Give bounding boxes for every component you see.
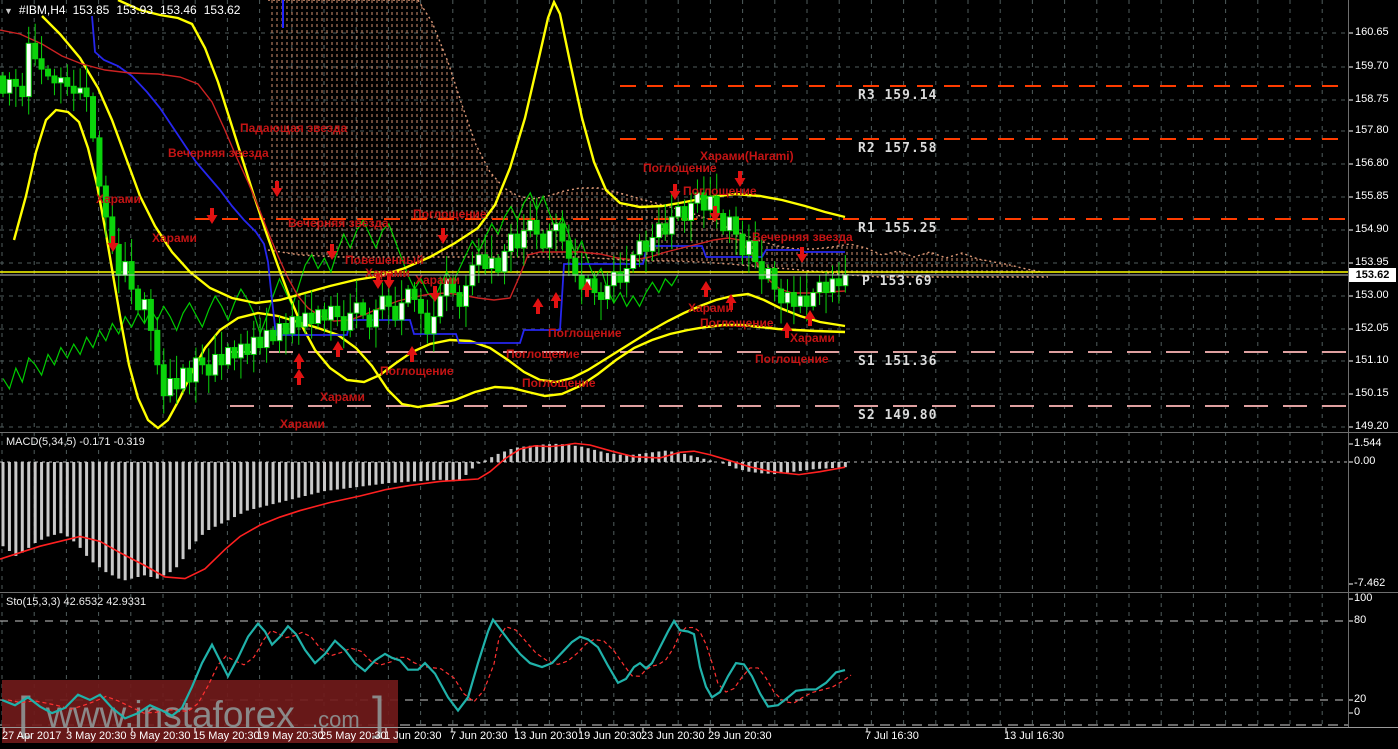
price-pane[interactable]: [0, 0, 1348, 430]
watermark: [www.instaforex .com]: [2, 680, 398, 743]
arrow-down-icon: [669, 184, 681, 200]
svg-text:[: [: [18, 687, 31, 739]
pane-separator[interactable]: [0, 592, 1398, 593]
macd-pane[interactable]: [0, 442, 847, 581]
arrow-up-icon: [406, 346, 418, 362]
arrow-up-icon: [332, 341, 344, 357]
arrow-down-icon: [734, 171, 746, 187]
price-axis-separator: [1348, 0, 1349, 727]
arrow-up-icon: [804, 310, 816, 326]
arrow-up-icon: [293, 353, 305, 369]
svg-text:.com: .com: [312, 707, 360, 732]
macd-signal-line: [0, 442, 846, 580]
pane-separator[interactable]: [0, 432, 1398, 433]
arrow-up-icon: [781, 322, 793, 338]
axis-separator: [0, 727, 1398, 728]
arrow-up-icon: [700, 281, 712, 297]
mt4-chart-window: [www.instaforex .com] ▼ #IBM,H4 153.85 153.9…: [0, 0, 1398, 749]
chart-canvas[interactable]: [www.instaforex .com]: [0, 0, 1398, 749]
svg-text:]: ]: [372, 687, 385, 739]
arrow-up-icon: [293, 369, 305, 385]
arrow-up-icon: [532, 298, 544, 314]
arrow-down-icon: [206, 208, 218, 224]
arrow-up-icon: [550, 292, 562, 308]
